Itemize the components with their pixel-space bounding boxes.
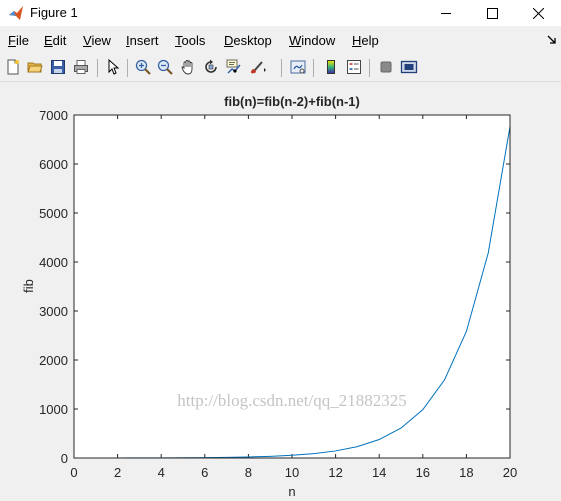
zoom-out-icon [157,59,173,75]
save-button[interactable] [48,57,68,77]
minimize-button[interactable] [423,0,469,26]
menu-bar: File Edit View Insert Tools Desktop Wind… [0,30,561,52]
y-tick-label: 6000 [39,157,68,172]
data-cursor-icon [226,59,241,74]
toolbar-separator [281,59,282,77]
x-tick-label: 8 [245,465,252,480]
x-tick-label: 4 [158,465,165,480]
x-tick-label: 18 [459,465,473,480]
chart-title: fib(n)=fib(n-2)+fib(n-1) [224,94,360,109]
show-plot-tools-icon [400,60,418,74]
close-icon [532,7,544,19]
print-icon [74,60,88,74]
y-tick-label: 1000 [39,402,68,417]
maximize-icon [486,7,498,19]
open-file-icon [27,62,43,73]
menu-window[interactable]: Window [289,33,335,48]
maximize-button[interactable] [469,0,515,26]
x-tick-label: 16 [416,465,430,480]
x-tick-label: 0 [70,465,77,480]
x-tick-label: 12 [328,465,342,480]
zoom-in-icon [135,59,151,75]
menu-view[interactable]: View [83,33,111,48]
toolbar-separator [127,59,128,77]
y-tick-label: 5000 [39,206,68,221]
y-tick-label: 3000 [39,304,68,319]
pan-button[interactable] [178,57,198,77]
x-tick-label: 14 [372,465,386,480]
menu-file[interactable]: File [8,33,29,48]
menu-insert[interactable]: Insert [126,33,159,48]
hide-plot-tools-button[interactable] [376,57,396,77]
edit-plot-arrow-icon [108,59,120,75]
window-title: Figure 1 [30,5,78,20]
y-tick-label: 2000 [39,353,68,368]
toolbar-separator [97,59,98,77]
open-file-button[interactable] [25,57,45,77]
figure-toolbar [0,54,561,82]
minimize-icon [440,12,451,14]
menu-desktop[interactable]: Desktop [224,33,272,48]
y-tick-label: 0 [61,451,68,466]
dock-arrow-icon[interactable] [547,35,557,45]
save-icon [51,60,65,74]
x-tick-label: 10 [285,465,299,480]
data-cursor-button[interactable] [224,57,244,77]
link-plot-icon [290,60,306,74]
new-figure-button[interactable] [3,57,23,77]
menu-edit[interactable]: Edit [44,33,66,48]
rotate-3d-button[interactable] [201,57,221,77]
y-axis-label: fib [21,279,36,293]
x-axis-label: n [288,484,295,499]
close-button[interactable] [515,0,561,26]
x-tick-label: 20 [503,465,517,480]
toolbar-separator [313,59,314,77]
new-figure-icon [7,59,19,75]
show-plot-tools-button[interactable] [399,57,419,77]
print-button[interactable] [71,57,91,77]
y-tick-label: 4000 [39,255,68,270]
zoom-in-button[interactable] [133,57,153,77]
brush-icon [251,61,266,74]
hide-plot-tools-icon [380,61,392,73]
legend-icon [347,60,361,74]
link-plot-button[interactable] [288,57,308,77]
rotate-3d-icon [205,59,217,73]
zoom-out-button[interactable] [155,57,175,77]
brush-button[interactable] [248,57,268,77]
colorbar-button[interactable] [321,57,341,77]
matlab-logo-icon [9,6,23,20]
menu-help[interactable]: Help [352,33,379,48]
title-bar: Figure 1 [0,0,561,26]
x-tick-label: 6 [201,465,208,480]
x-tick-label: 2 [114,465,121,480]
watermark: http://blog.csdn.net/qq_21882325 [177,391,407,410]
toolbar-separator [369,59,370,77]
colorbar-icon [327,60,335,74]
menu-tools[interactable]: Tools [175,33,205,48]
y-tick-label: 7000 [39,108,68,123]
pan-hand-icon [181,60,193,75]
legend-button[interactable] [344,57,364,77]
plot-canvas: fib(n)=fib(n-2)+fib(n-1) 0 2 4 6 8 10 12 14 16 18… [21,94,517,499]
edit-plot-button[interactable] [103,57,123,77]
